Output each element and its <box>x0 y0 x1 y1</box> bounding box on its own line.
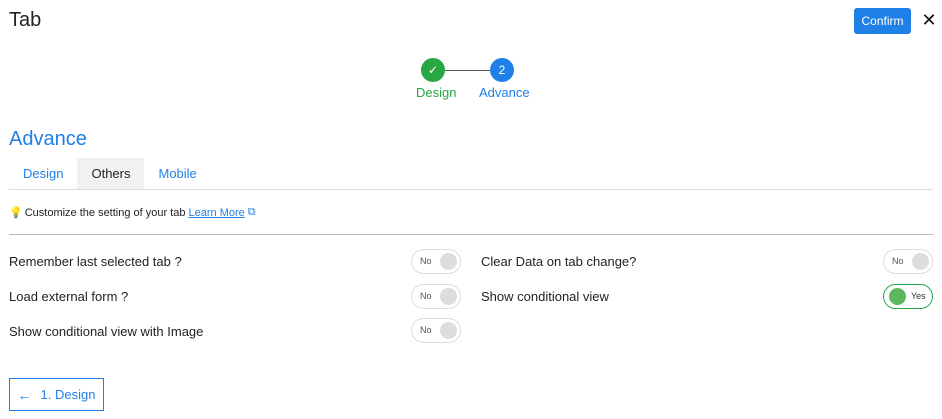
section-title: Advance <box>9 128 87 150</box>
check-icon: ✓ <box>427 63 439 77</box>
step-number: 2 <box>498 63 506 77</box>
external-link-icon[interactable]: ⧉ <box>248 206 256 219</box>
toggle-knob <box>440 322 457 339</box>
toggle-knob <box>912 253 929 270</box>
stepper: ✓ 2 Design Advance <box>0 58 942 103</box>
show-conditional-view-image-label: Show conditional view with Image <box>9 324 204 339</box>
clear-data-toggle[interactable]: No <box>883 249 933 274</box>
hint-text: Customize the setting of your tab <box>24 206 186 219</box>
toggle-knob <box>889 288 906 305</box>
close-icon[interactable]: ✕ <box>918 9 940 31</box>
step-label-advance[interactable]: Advance <box>479 85 530 100</box>
back-button-label: 1. Design <box>40 387 96 402</box>
clear-data-label: Clear Data on tab change? <box>481 254 637 269</box>
toggle-state-text: No <box>420 256 432 266</box>
remember-last-tab-toggle[interactable]: No <box>411 249 461 274</box>
load-external-form-toggle[interactable]: No <box>411 284 461 309</box>
stepper-connector <box>445 70 490 71</box>
toggle-knob <box>440 253 457 270</box>
page-title: Tab <box>9 9 42 31</box>
back-to-design-button[interactable]: ← 1. Design <box>9 378 104 411</box>
remember-last-tab-label: Remember last selected tab ? <box>9 254 182 269</box>
show-conditional-view-image-toggle[interactable]: No <box>411 318 461 343</box>
arrow-left-icon: ← <box>17 386 32 403</box>
show-conditional-view-label: Show conditional view <box>481 289 609 304</box>
load-external-form-label: Load external form ? <box>9 289 129 304</box>
confirm-button[interactable]: Confirm <box>854 8 911 34</box>
step-design-complete[interactable]: ✓ <box>421 58 445 82</box>
tab-bar: Design Others Mobile <box>9 158 211 189</box>
toggle-state-text: No <box>420 325 432 335</box>
toggle-state-text: No <box>420 291 432 301</box>
learn-more-link[interactable]: Learn More <box>189 207 245 219</box>
toggle-knob <box>440 288 457 305</box>
hint-divider <box>9 234 933 235</box>
toggle-state-text: No <box>892 256 904 266</box>
tabs-divider <box>9 189 933 190</box>
tab-design[interactable]: Design <box>9 158 77 189</box>
show-conditional-view-toggle[interactable]: Yes <box>883 284 933 309</box>
step-label-design[interactable]: Design <box>416 85 456 100</box>
toggle-state-text: Yes <box>911 291 926 301</box>
hint-line: 💡 Customize the setting of your tab Lear… <box>9 206 256 219</box>
tab-others[interactable]: Others <box>77 158 145 189</box>
lightbulb-icon: 💡 <box>9 207 23 219</box>
step-advance-current[interactable]: 2 <box>490 58 514 82</box>
tab-mobile[interactable]: Mobile <box>144 158 210 189</box>
